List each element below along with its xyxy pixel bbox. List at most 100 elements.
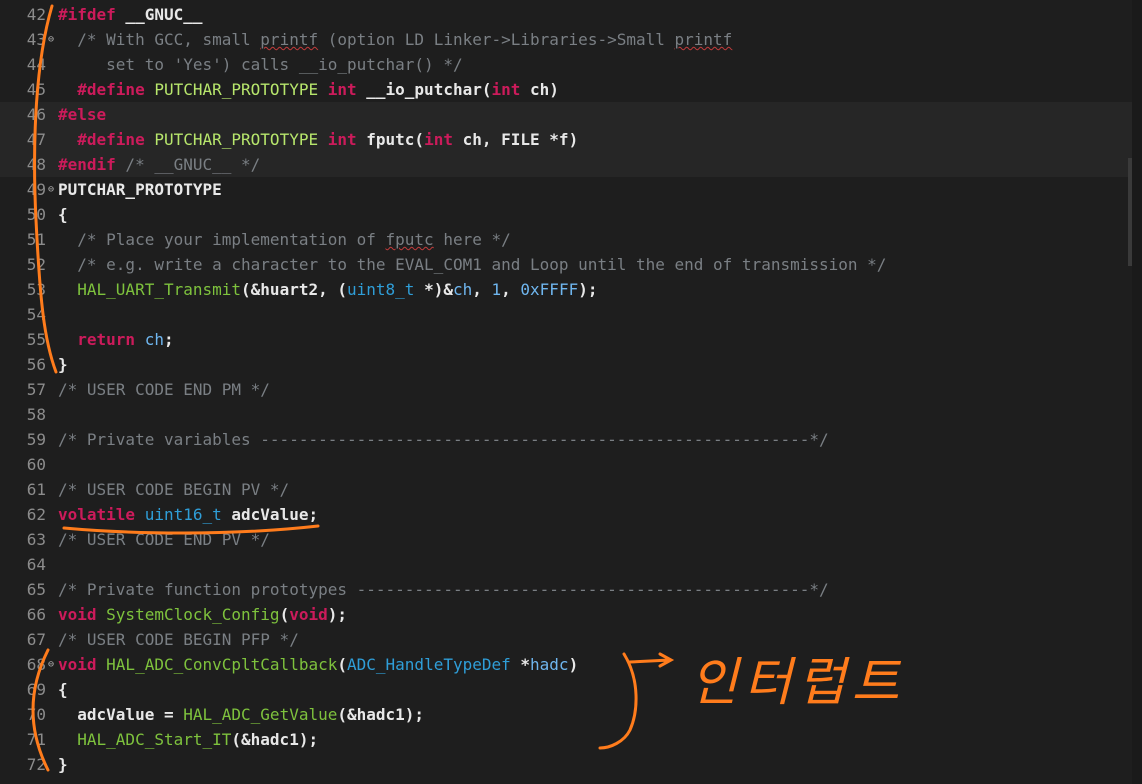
code-text: #else xyxy=(58,102,106,127)
code-text: #define PUTCHAR_PROTOTYPE int fputc(int … xyxy=(58,127,578,152)
code-token: void xyxy=(58,655,97,674)
code-line[interactable]: 69 { xyxy=(0,677,1142,702)
line-number: 61 xyxy=(26,480,46,499)
code-line[interactable]: 44 set to 'Yes') calls __io_putchar() */ xyxy=(0,52,1142,77)
code-text: void HAL_ADC_ConvCpltCallback(ADC_Handle… xyxy=(58,652,578,677)
code-line[interactable]: 58 xyxy=(0,402,1142,427)
code-line[interactable]: 50 { xyxy=(0,202,1142,227)
code-token: /* Private function prototypes ---------… xyxy=(58,580,829,599)
code-text: adcValue = HAL_ADC_GetValue(&hadc1); xyxy=(58,702,424,727)
line-number: 49 xyxy=(26,180,46,199)
code-text: } xyxy=(58,352,68,377)
code-token: int xyxy=(318,130,357,149)
code-line[interactable]: 65 /* Private function prototypes -------… xyxy=(0,577,1142,602)
code-line[interactable]: 51 /* Place your implementation of fputc… xyxy=(0,227,1142,252)
line-number: 66 xyxy=(26,605,46,624)
code-text: /* e.g. write a character to the EVAL_CO… xyxy=(58,252,886,277)
fold-toggle-icon[interactable]: ⊖ xyxy=(46,27,56,52)
fold-toggle-icon[interactable]: ⊖ xyxy=(46,177,56,202)
code-line[interactable]: 47 #define PUTCHAR_PROTOTYPE int fputc(i… xyxy=(0,127,1142,152)
code-text: return ch; xyxy=(58,327,174,352)
code-token: volatile xyxy=(58,505,136,524)
line-number: 70 xyxy=(26,705,46,724)
code-token: ( xyxy=(279,605,290,624)
code-token: int xyxy=(424,130,453,149)
line-number: 42 xyxy=(26,5,46,24)
code-token: /* USER CODE END PM */ xyxy=(58,380,270,399)
code-line[interactable]: 56} xyxy=(0,352,1142,377)
code-line[interactable]: 67 /* USER CODE BEGIN PFP */ xyxy=(0,627,1142,652)
line-number: 53 xyxy=(26,280,46,299)
code-text: /* USER CODE END PV */ xyxy=(58,527,270,552)
code-text: } xyxy=(58,752,68,777)
code-text: #endif /* __GNUC__ */ xyxy=(58,152,260,177)
code-token: void xyxy=(58,605,97,624)
code-token: return xyxy=(58,330,136,349)
code-token: ; xyxy=(163,330,174,349)
line-number: 45 xyxy=(26,80,46,99)
code-token: ) xyxy=(568,655,579,674)
code-line[interactable]: 52 /* e.g. write a character to the EVAL… xyxy=(0,252,1142,277)
code-line[interactable]: 66 void SystemClock_Config(void); xyxy=(0,602,1142,627)
code-line[interactable]: 43 ⊖ /* With GCC, small printf (option LD… xyxy=(0,27,1142,52)
code-line[interactable]: 55 return ch; xyxy=(0,327,1142,352)
code-line[interactable]: 72} xyxy=(0,752,1142,777)
code-text: PUTCHAR_PROTOTYPE xyxy=(58,177,222,202)
code-line[interactable]: 61 /* USER CODE BEGIN PV */ xyxy=(0,477,1142,502)
code-token: } xyxy=(58,355,68,374)
code-line[interactable]: 54 xyxy=(0,302,1142,327)
code-line[interactable]: 49 ⊖ PUTCHAR_PROTOTYPE xyxy=(0,177,1142,202)
code-line[interactable]: 59 /* Private variables -----------------… xyxy=(0,427,1142,452)
code-text: /* Private variables -------------------… xyxy=(58,427,829,452)
code-line[interactable]: 60 xyxy=(0,452,1142,477)
code-line[interactable]: 71 HAL_ADC_Start_IT(&hadc1); xyxy=(0,727,1142,752)
line-number: 52 xyxy=(26,255,46,274)
code-line[interactable]: 53 HAL_UART_Transmit(&huart2, (uint8_t *… xyxy=(0,277,1142,302)
code-token: HAL_UART_Transmit xyxy=(58,280,242,299)
code-token: /* USER CODE BEGIN PV */ xyxy=(58,480,290,499)
code-line[interactable]: 70 adcValue = HAL_ADC_GetValue(&hadc1); xyxy=(0,702,1142,727)
code-token: adcValue; xyxy=(221,505,319,524)
line-number: 69 xyxy=(26,680,46,699)
code-token: PUTCHAR_PROTOTYPE xyxy=(144,130,319,149)
code-token: fputc xyxy=(385,230,434,249)
code-token: adcValue = xyxy=(58,705,184,724)
code-text: void SystemClock_Config(void); xyxy=(58,602,347,627)
code-token: HAL_ADC_ConvCpltCallback xyxy=(96,655,338,674)
code-text: /* Place your implementation of fputc he… xyxy=(58,227,510,252)
code-line[interactable]: 46 #else xyxy=(0,102,1142,127)
code-token: ); xyxy=(578,280,598,299)
code-token: ch xyxy=(452,280,473,299)
code-token: ch, FILE *f) xyxy=(452,130,579,149)
code-line[interactable]: 64 xyxy=(0,552,1142,577)
code-token: *)& xyxy=(414,280,453,299)
code-token: HAL_ADC_GetValue xyxy=(183,705,338,724)
line-number: 43 xyxy=(26,30,46,49)
line-number: 64 xyxy=(26,555,46,574)
code-text: HAL_UART_Transmit(&huart2, (uint8_t *)&c… xyxy=(58,277,597,302)
code-editor[interactable]: 42 #ifdef __GNUC__ 43 ⊖ /* With GCC, small … xyxy=(0,0,1142,784)
code-token: int xyxy=(318,80,357,99)
code-line[interactable]: 68 ⊖ void HAL_ADC_ConvCpltCallback(ADC_Han… xyxy=(0,652,1142,677)
code-token: (&hadc1); xyxy=(231,730,319,749)
code-line[interactable]: 42 #ifdef __GNUC__ xyxy=(0,2,1142,27)
code-token: #ifdef xyxy=(58,5,116,24)
line-number: 47 xyxy=(26,130,46,149)
line-number: 72 xyxy=(26,755,46,774)
code-text: #ifdef __GNUC__ xyxy=(58,2,203,27)
scrollbar-track[interactable] xyxy=(1132,0,1142,784)
line-number: 46 xyxy=(26,105,46,124)
code-text: /* USER CODE BEGIN PV */ xyxy=(58,477,289,502)
code-line[interactable]: 45 #define PUTCHAR_PROTOTYPE int __io_pu… xyxy=(0,77,1142,102)
code-token: #define xyxy=(58,80,145,99)
code-token: PUTCHAR_PROTOTYPE xyxy=(58,180,222,199)
code-line[interactable]: 63 /* USER CODE END PV */ xyxy=(0,527,1142,552)
fold-toggle-icon[interactable]: ⊖ xyxy=(46,652,56,677)
code-line[interactable]: 62 volatile uint16_t adcValue; xyxy=(0,502,1142,527)
code-token: ); xyxy=(327,605,347,624)
code-line[interactable]: 48 #endif /* __GNUC__ */ xyxy=(0,152,1142,177)
line-number: 62 xyxy=(26,505,46,524)
code-token: printf xyxy=(674,30,733,49)
code-line[interactable]: 57 /* USER CODE END PM */ xyxy=(0,377,1142,402)
line-number: 44 xyxy=(26,55,46,74)
